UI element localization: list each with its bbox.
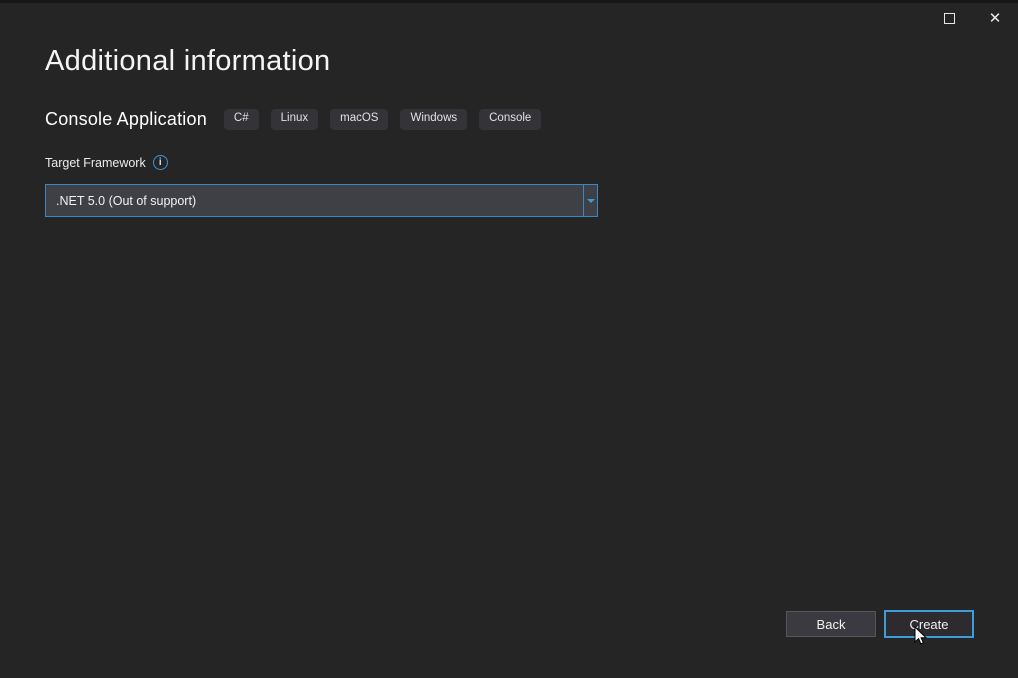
combobox-dropdown-button[interactable] [583, 185, 597, 216]
back-button[interactable]: Back [786, 611, 876, 637]
combobox-selected-value: .NET 5.0 (Out of support) [56, 193, 197, 208]
maximize-icon [943, 12, 955, 24]
page-title: Additional information [45, 45, 331, 77]
tag-console: Console [479, 109, 542, 130]
project-type-heading: Console Application [45, 109, 207, 129]
project-tags: C# Linux macOS Windows Console [223, 109, 542, 130]
chevron-down-icon [586, 198, 595, 203]
project-summary-row: Console Application C# Linux macOS Windo… [45, 109, 542, 130]
create-button[interactable]: Create [884, 610, 974, 638]
info-icon[interactable]: i [152, 155, 168, 170]
close-button[interactable]: ✕ [972, 3, 1018, 33]
target-framework-label-row: Target Framework i [45, 155, 168, 170]
target-framework-combobox[interactable]: .NET 5.0 (Out of support) [45, 184, 598, 217]
maximize-button[interactable] [926, 3, 972, 33]
tag-linux: Linux [270, 109, 319, 130]
tag-windows: Windows [400, 109, 468, 130]
close-icon: ✕ [988, 9, 1002, 27]
tag-csharp: C# [223, 109, 259, 130]
tag-macos: macOS [330, 109, 389, 130]
target-framework-label: Target Framework [45, 155, 146, 170]
window-top-border [0, 0, 1018, 3]
additional-information-dialog: ✕ Additional information Console Applica… [0, 0, 1018, 678]
title-bar: ✕ [926, 3, 1018, 35]
